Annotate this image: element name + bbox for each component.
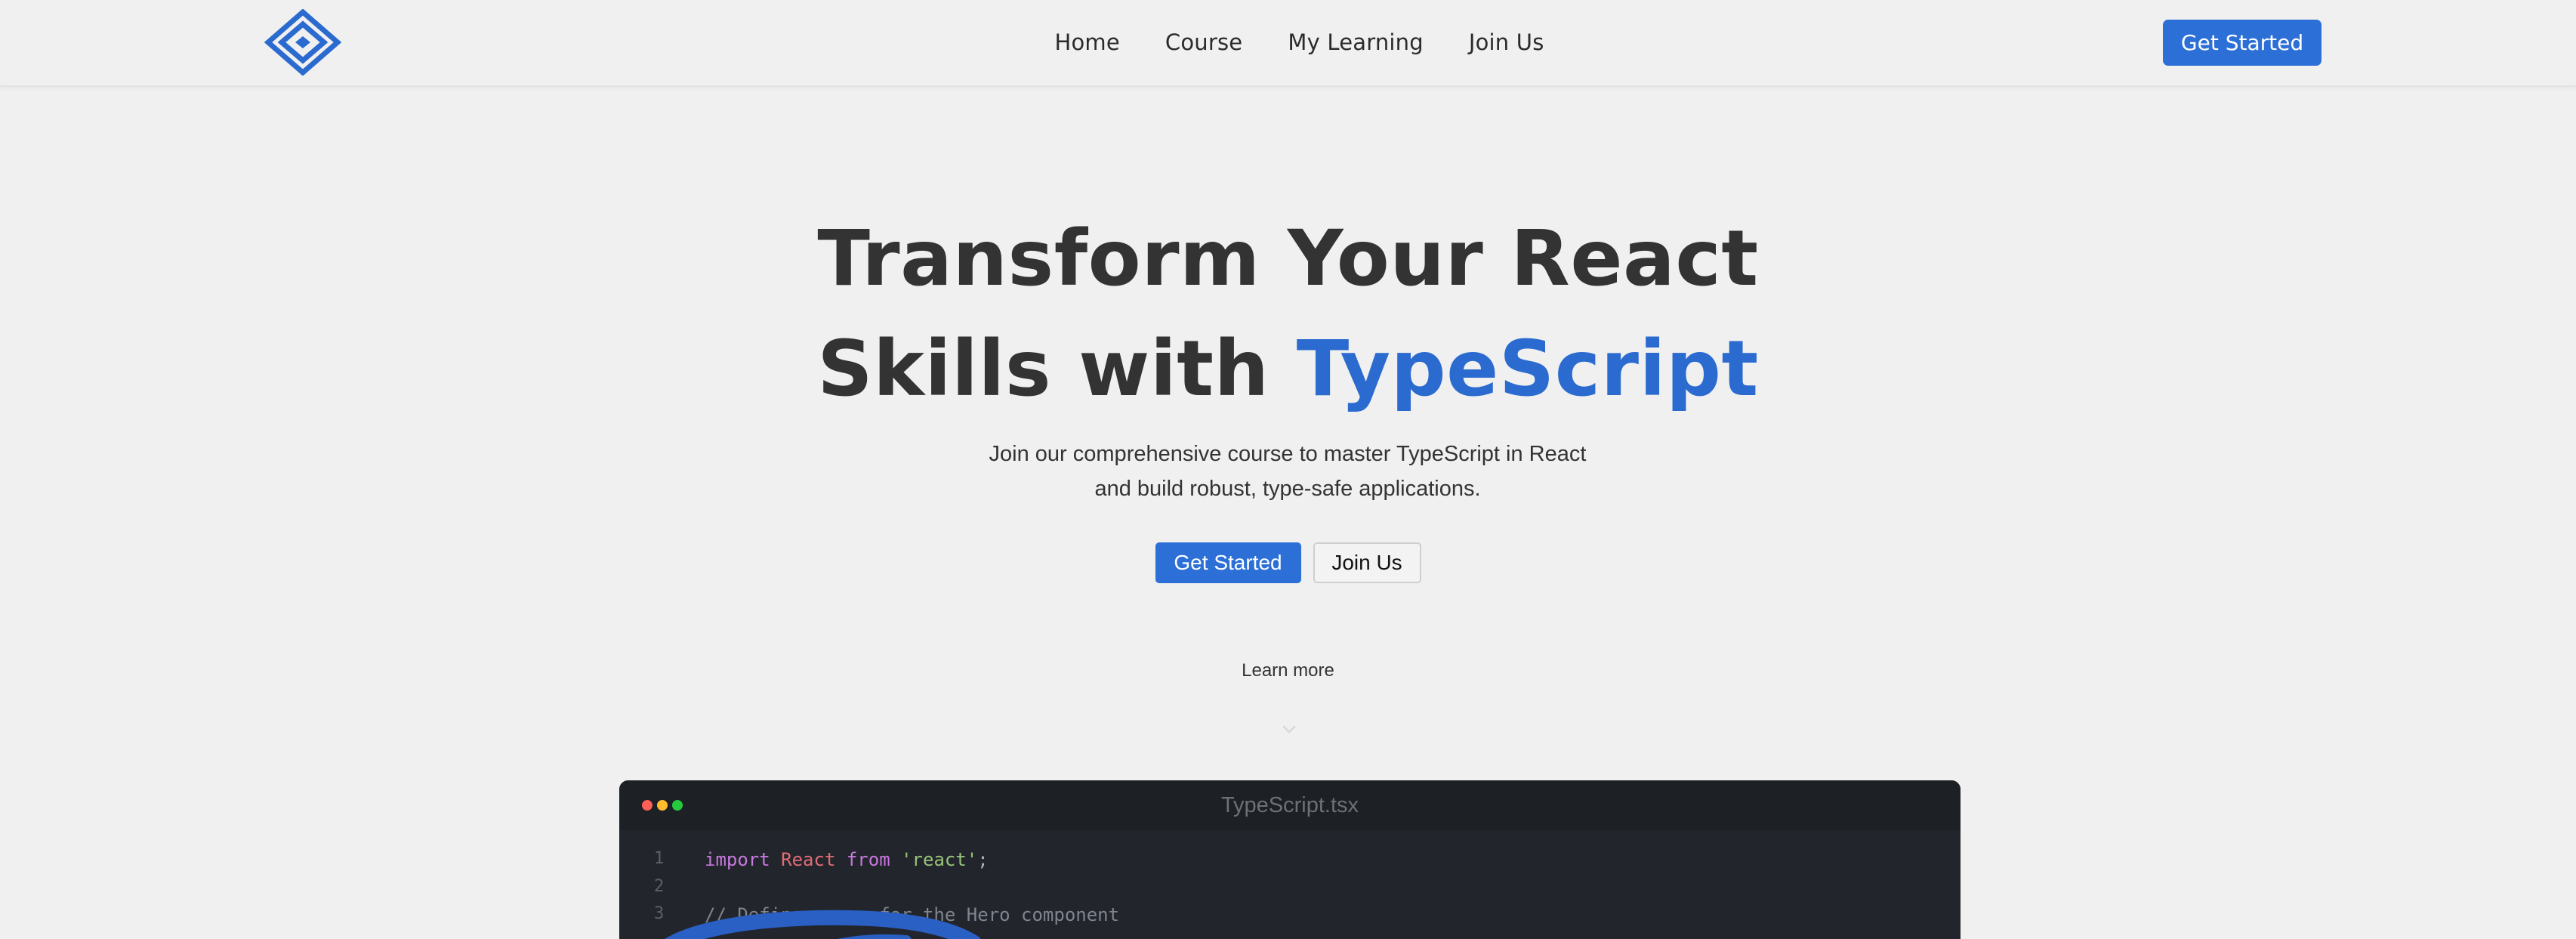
code-window: TypeScript.tsx 1 import React from 'reac…	[619, 780, 1961, 939]
page: Home Course My Learning Join Us Get Star…	[0, 0, 2576, 939]
hero-subtitle: Join our comprehensive course to master …	[989, 442, 1587, 501]
code-string: 'react'	[901, 849, 978, 870]
line-number: 3	[654, 904, 665, 923]
code-comment: // Define props for the Hero component	[705, 904, 1120, 925]
code-identifier: React	[781, 849, 836, 870]
learn-more-link[interactable]: Learn more	[0, 660, 2576, 681]
hero-join-us-button[interactable]: Join Us	[1313, 542, 1421, 583]
hero-title: Transform Your React Skills with TypeScr…	[0, 204, 2576, 425]
nav-link-course[interactable]: Course	[1165, 29, 1242, 55]
nav-link-join-us[interactable]: Join Us	[1469, 29, 1544, 55]
code-filename: TypeScript.tsx	[1220, 792, 1359, 817]
hero-get-started-button[interactable]: Get Started	[1155, 542, 1301, 583]
hero-title-line2-prefix: Skills with	[817, 324, 1297, 414]
navbar: Home Course My Learning Join Us Get Star…	[0, 0, 2576, 87]
code-text: import React from 'react';	[705, 849, 989, 870]
hero-title-line1: Transform Your React	[817, 214, 1759, 304]
code-line: 1 import React from 'react';	[619, 849, 1961, 876]
code-punctuation: ;	[977, 849, 989, 870]
chevron-down-icon[interactable]	[1281, 721, 1297, 737]
code-keyword: from	[846, 849, 890, 870]
code-line: 2	[619, 877, 1961, 904]
hero-button-row: Get Started Join Us	[0, 542, 2576, 583]
line-number: 1	[654, 849, 665, 868]
code-keyword: import	[705, 849, 770, 870]
nav-get-started-button[interactable]: Get Started	[2163, 20, 2321, 66]
line-number: 2	[654, 877, 665, 896]
nav-link-home[interactable]: Home	[1054, 29, 1119, 55]
nav-link-my-learning[interactable]: My Learning	[1288, 29, 1424, 55]
code-titlebar: TypeScript.tsx	[619, 780, 1961, 830]
hero-title-accent: TypeScript	[1296, 324, 1759, 414]
code-line: 3 // Define props for the Hero component	[619, 904, 1961, 931]
